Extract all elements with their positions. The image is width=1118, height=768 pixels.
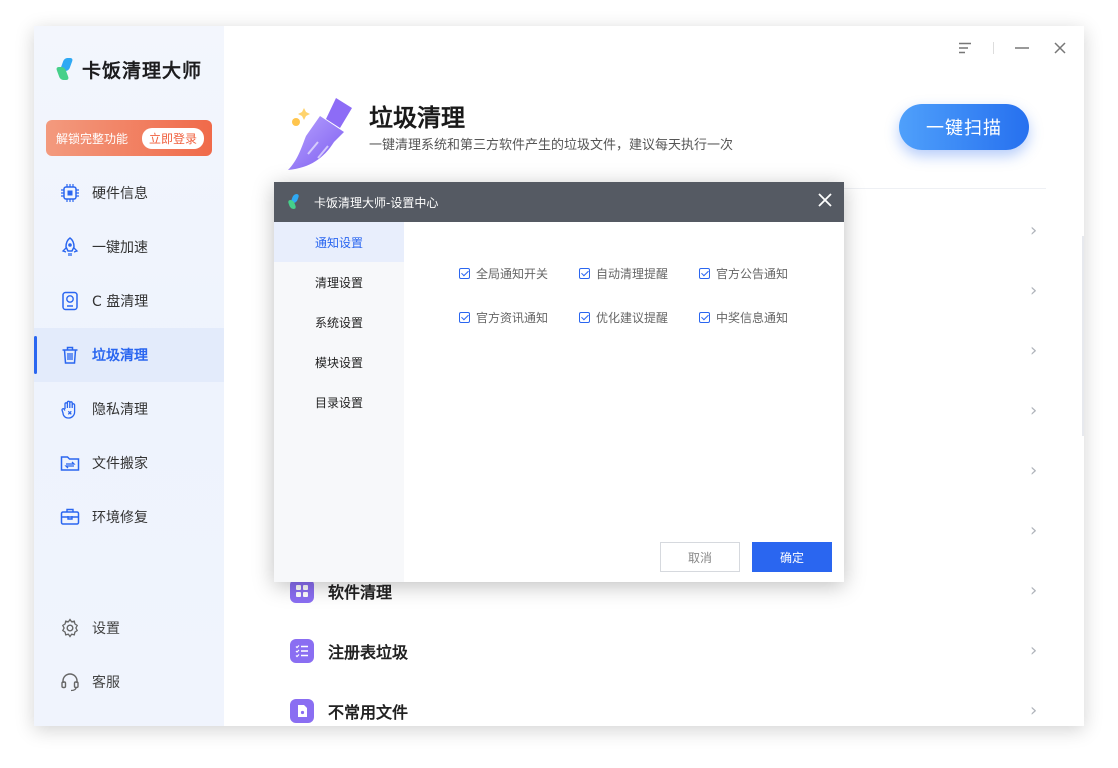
- unlock-promo-banner[interactable]: 解锁完整功能 立即登录: [46, 120, 212, 156]
- gear-icon: [60, 618, 80, 638]
- dialog-title: 卡饭清理大师-设置中心: [314, 195, 439, 210]
- scrollbar[interactable]: [1082, 236, 1084, 436]
- rocket-icon: [60, 237, 80, 257]
- tab-system-settings[interactable]: 系统设置: [274, 302, 404, 342]
- option-label: 全局通知开关: [476, 267, 549, 281]
- app-window: 卡饭清理大师 解锁完整功能 立即登录 硬件信息 一键加速 C 盘清理 垃圾清理 …: [34, 26, 1084, 726]
- dialog-tabs: 通知设置 清理设置 系统设置 模块设置 目录设置: [274, 222, 404, 582]
- one-click-scan-button[interactable]: 一键扫描: [899, 104, 1029, 150]
- checkbox[interactable]: [699, 268, 710, 279]
- tab-clean-settings[interactable]: 清理设置: [274, 262, 404, 302]
- promo-text: 解锁完整功能: [56, 131, 129, 146]
- list-item-registry-junk[interactable]: 注册表垃圾: [290, 639, 408, 663]
- sidebar-item-hardware[interactable]: 硬件信息: [34, 166, 224, 220]
- separator: [993, 42, 994, 54]
- chevron-right-icon[interactable]: ›: [1030, 580, 1037, 601]
- row-label: 不常用文件: [328, 703, 409, 722]
- broom-icon: [284, 92, 366, 176]
- option-prize-notify[interactable]: 中奖信息通知: [699, 309, 819, 326]
- row-label: 注册表垃圾: [328, 643, 409, 662]
- option-optimize-tip[interactable]: 优化建议提醒: [579, 309, 699, 326]
- dialog-header: 卡饭清理大师-设置中心: [274, 182, 844, 222]
- chevron-right-icon[interactable]: ›: [1030, 280, 1037, 301]
- row-label: 软件清理: [328, 583, 393, 602]
- checkbox[interactable]: [699, 312, 710, 323]
- settings-dialog: 卡饭清理大师-设置中心 通知设置 清理设置 系统设置 模块设置 目录设置 全局通…: [274, 182, 844, 582]
- trash-icon: [60, 345, 80, 365]
- checkbox[interactable]: [459, 312, 470, 323]
- apps-grid-icon: [290, 579, 314, 603]
- minimize-icon[interactable]: [1012, 38, 1032, 58]
- headset-icon: [60, 672, 80, 692]
- list-item-unused-files[interactable]: 不常用文件: [290, 699, 408, 723]
- option-auto-clean-reminder[interactable]: 自动清理提醒: [579, 265, 699, 282]
- sidebar-bottom-nav: 设置 客服: [34, 601, 224, 709]
- sidebar-item-label: C 盘清理: [92, 294, 149, 310]
- tab-module-settings[interactable]: 模块设置: [274, 342, 404, 382]
- option-label: 优化建议提醒: [596, 311, 669, 325]
- file-icon: [290, 699, 314, 723]
- option-label: 官方资讯通知: [476, 311, 549, 325]
- sidebar-item-label: 文件搬家: [92, 456, 148, 472]
- sidebar-item-label: 垃圾清理: [92, 348, 148, 364]
- checkbox[interactable]: [579, 268, 590, 279]
- option-official-announcement[interactable]: 官方公告通知: [699, 265, 819, 282]
- tab-directory-settings[interactable]: 目录设置: [274, 382, 404, 422]
- sidebar-item-privacy[interactable]: 隐私清理: [34, 382, 224, 436]
- toolbox-icon: [60, 507, 80, 527]
- sidebar-item-c-drive[interactable]: C 盘清理: [34, 274, 224, 328]
- list-item-software-clean[interactable]: 软件清理: [290, 579, 392, 603]
- close-window-icon[interactable]: [1050, 38, 1070, 58]
- window-controls: [955, 38, 1070, 58]
- ok-button[interactable]: 确定: [752, 542, 832, 572]
- login-button[interactable]: 立即登录: [141, 127, 204, 149]
- sidebar-item-junk-clean[interactable]: 垃圾清理: [34, 328, 224, 382]
- sidebar-item-label: 环境修复: [92, 510, 148, 526]
- sidebar-item-label: 客服: [92, 675, 120, 691]
- cancel-button[interactable]: 取消: [660, 542, 740, 572]
- chevron-right-icon[interactable]: ›: [1030, 220, 1037, 241]
- sidebar-item-file-move[interactable]: 文件搬家: [34, 436, 224, 490]
- chip-icon: [60, 183, 80, 203]
- page-subtitle: 一键清理系统和第三方软件产生的垃圾文件，建议每天执行一次: [369, 138, 734, 153]
- option-global-notify[interactable]: 全局通知开关: [459, 265, 579, 282]
- dialog-body: 全局通知开关 自动清理提醒 官方公告通知 官方资讯通知 优化建议提醒 中奖信息通…: [404, 222, 844, 582]
- chevron-right-icon[interactable]: ›: [1030, 700, 1037, 721]
- chevron-right-icon[interactable]: ›: [1030, 340, 1037, 361]
- chevron-right-icon[interactable]: ›: [1030, 520, 1037, 541]
- sidebar-item-label: 隐私清理: [92, 402, 148, 418]
- notification-options: 全局通知开关 自动清理提醒 官方公告通知 官方资讯通知 优化建议提醒 中奖信息通…: [459, 265, 819, 326]
- app-title: 卡饭清理大师: [82, 60, 203, 82]
- chevron-right-icon[interactable]: ›: [1030, 460, 1037, 481]
- page-title: 垃圾清理: [369, 104, 465, 132]
- sidebar-item-speedup[interactable]: 一键加速: [34, 220, 224, 274]
- list-check-icon: [290, 639, 314, 663]
- chevron-right-icon[interactable]: ›: [1030, 400, 1037, 421]
- app-logo-icon: [287, 194, 300, 210]
- checkbox[interactable]: [579, 312, 590, 323]
- sidebar-item-label: 硬件信息: [92, 186, 148, 202]
- sidebar-nav: 硬件信息 一键加速 C 盘清理 垃圾清理 隐私清理 文件搬家 环境修复: [34, 166, 224, 544]
- close-icon[interactable]: [818, 192, 832, 212]
- folder-move-icon: [60, 453, 80, 473]
- sidebar-item-settings[interactable]: 设置: [34, 601, 224, 655]
- checkbox[interactable]: [459, 268, 470, 279]
- menu-icon[interactable]: [955, 38, 975, 58]
- sidebar-item-label: 一键加速: [92, 240, 148, 256]
- sidebar-item-env-repair[interactable]: 环境修复: [34, 490, 224, 544]
- privacy-hand-icon: [60, 399, 80, 419]
- disk-icon: [60, 291, 80, 311]
- sidebar: 卡饭清理大师 解锁完整功能 立即登录 硬件信息 一键加速 C 盘清理 垃圾清理 …: [34, 26, 224, 726]
- option-official-news[interactable]: 官方资讯通知: [459, 309, 579, 326]
- sidebar-item-support[interactable]: 客服: [34, 655, 224, 709]
- option-label: 官方公告通知: [716, 267, 789, 281]
- option-label: 中奖信息通知: [716, 311, 789, 325]
- sidebar-item-label: 设置: [92, 621, 120, 637]
- tab-notification-settings[interactable]: 通知设置: [274, 222, 404, 262]
- app-logo: 卡饭清理大师: [55, 56, 203, 83]
- chevron-right-icon[interactable]: ›: [1030, 640, 1037, 661]
- app-logo-icon: [55, 57, 74, 82]
- option-label: 自动清理提醒: [596, 267, 669, 281]
